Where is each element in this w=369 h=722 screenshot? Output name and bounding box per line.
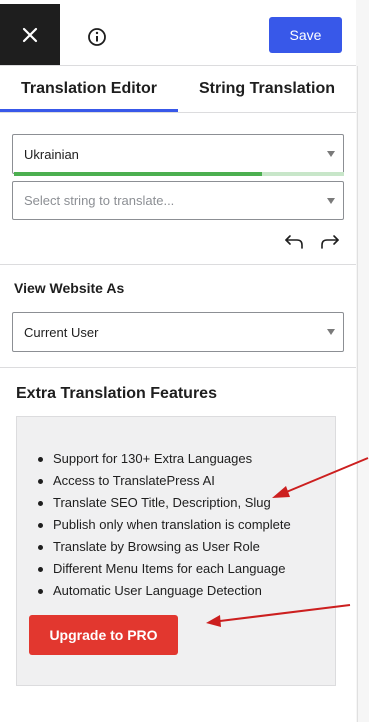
string-select[interactable]: Select string to translate... bbox=[12, 181, 344, 220]
chevron-down-icon bbox=[327, 151, 335, 157]
divider bbox=[0, 264, 356, 265]
list-item: Publish only when translation is complet… bbox=[36, 516, 291, 538]
translation-progress-bar bbox=[14, 172, 344, 176]
upgrade-to-pro-button[interactable]: Upgrade to PRO bbox=[29, 615, 178, 655]
language-select-value: Ukrainian bbox=[24, 146, 79, 162]
extra-features-heading: Extra Translation Features bbox=[16, 385, 217, 402]
list-item: Automatic User Language Detection bbox=[36, 582, 291, 604]
list-item: Support for 130+ Extra Languages bbox=[36, 450, 291, 472]
save-button[interactable]: Save bbox=[269, 17, 342, 53]
list-item: Access to TranslatePress AI bbox=[36, 472, 291, 494]
view-as-select[interactable]: Current User bbox=[12, 312, 344, 352]
features-list: Support for 130+ Extra Languages Access … bbox=[36, 450, 291, 604]
scrollbar-track[interactable] bbox=[357, 66, 358, 722]
translation-progress-fill bbox=[14, 172, 262, 176]
divider bbox=[0, 112, 356, 113]
view-as-select-value: Current User bbox=[24, 324, 99, 340]
redo-icon bbox=[321, 235, 339, 249]
chevron-down-icon bbox=[327, 329, 335, 335]
list-item: Translate SEO Title, Description, Slug bbox=[36, 494, 291, 516]
tab-translation-editor[interactable]: Translation Editor bbox=[0, 66, 178, 112]
info-button[interactable] bbox=[82, 22, 112, 52]
close-icon bbox=[22, 27, 38, 43]
info-icon bbox=[88, 28, 106, 46]
view-website-as-heading: View Website As bbox=[14, 280, 125, 296]
top-bar: Save bbox=[0, 0, 356, 66]
close-button[interactable] bbox=[0, 4, 60, 66]
undo-button[interactable] bbox=[284, 232, 306, 252]
undo-icon bbox=[285, 235, 303, 249]
list-item: Translate by Browsing as User Role bbox=[36, 538, 291, 560]
list-item: Different Menu Items for each Language bbox=[36, 560, 291, 582]
string-select-placeholder: Select string to translate... bbox=[24, 193, 175, 208]
redo-button[interactable] bbox=[318, 232, 340, 252]
tab-string-translation[interactable]: String Translation bbox=[178, 66, 356, 112]
chevron-down-icon bbox=[327, 197, 335, 204]
divider bbox=[0, 367, 356, 368]
language-select[interactable]: Ukrainian bbox=[12, 134, 344, 174]
